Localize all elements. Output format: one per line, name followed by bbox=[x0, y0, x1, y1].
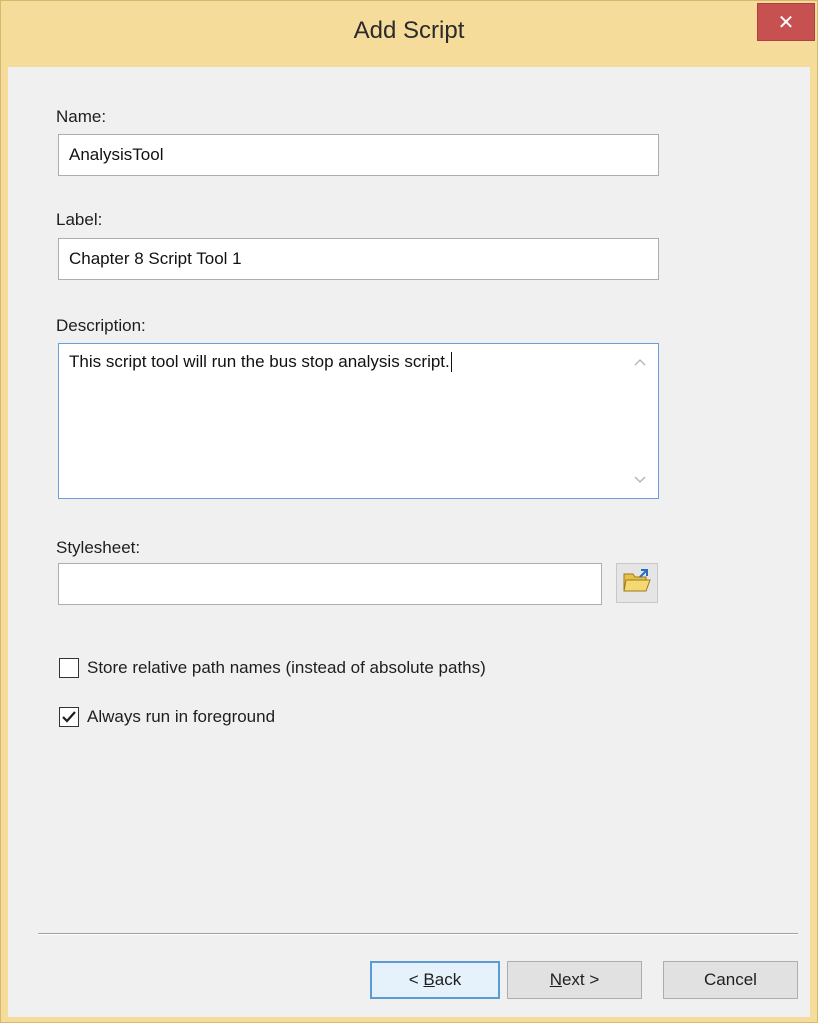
close-icon: ✕ bbox=[777, 11, 795, 34]
name-field[interactable]: AnalysisTool bbox=[58, 134, 659, 176]
foreground-label: Always run in foreground bbox=[87, 707, 276, 726]
stylesheet-field[interactable] bbox=[58, 563, 602, 605]
open-folder-icon bbox=[622, 568, 652, 599]
dialog-title: Add Script bbox=[353, 17, 465, 44]
browse-button[interactable] bbox=[616, 563, 658, 603]
description-value: This script tool will run the bus stop a… bbox=[69, 352, 450, 371]
dialog-body: Name: AnalysisTool Label: Chapter 8 Scri… bbox=[8, 67, 810, 1017]
stylesheet-label: Stylesheet: bbox=[56, 538, 141, 557]
back-mnemonic: B bbox=[423, 970, 435, 989]
foreground-option[interactable]: Always run in foreground bbox=[59, 707, 275, 727]
description-label: Description: bbox=[56, 316, 146, 335]
cancel-button[interactable]: Cancel bbox=[663, 961, 798, 999]
footer-separator bbox=[38, 933, 798, 935]
title-bar[interactable]: Add Script ✕ bbox=[1, 1, 817, 67]
description-field[interactable]: This script tool will run the bus stop a… bbox=[58, 343, 659, 499]
relative-paths-option[interactable]: Store relative path names (instead of ab… bbox=[59, 658, 486, 678]
name-label: Name: bbox=[56, 107, 107, 126]
label-field[interactable]: Chapter 8 Script Tool 1 bbox=[58, 238, 659, 280]
next-rest: ext > bbox=[561, 970, 600, 989]
scroll-up-icon[interactable] bbox=[632, 354, 648, 370]
next-mnemonic: N bbox=[549, 970, 562, 989]
relative-paths-label: Store relative path names (instead of ab… bbox=[87, 658, 486, 677]
add-script-dialog: Add Script ✕ Name: AnalysisTool Label: C… bbox=[0, 0, 818, 1023]
close-button[interactable]: ✕ bbox=[757, 3, 815, 41]
back-rest: ack bbox=[434, 970, 462, 989]
foreground-checkbox[interactable] bbox=[59, 707, 79, 727]
back-button[interactable]: < Back bbox=[370, 961, 500, 999]
relative-paths-checkbox[interactable] bbox=[59, 658, 79, 678]
label-value: Chapter 8 Script Tool 1 bbox=[69, 249, 242, 268]
text-caret bbox=[450, 352, 452, 372]
label-label: Label: bbox=[56, 210, 103, 229]
scroll-down-icon[interactable] bbox=[632, 472, 648, 488]
name-value: AnalysisTool bbox=[69, 145, 164, 164]
checkmark-icon bbox=[62, 711, 76, 723]
back-prefix: < bbox=[408, 970, 424, 989]
next-button[interactable]: Next > bbox=[507, 961, 642, 999]
